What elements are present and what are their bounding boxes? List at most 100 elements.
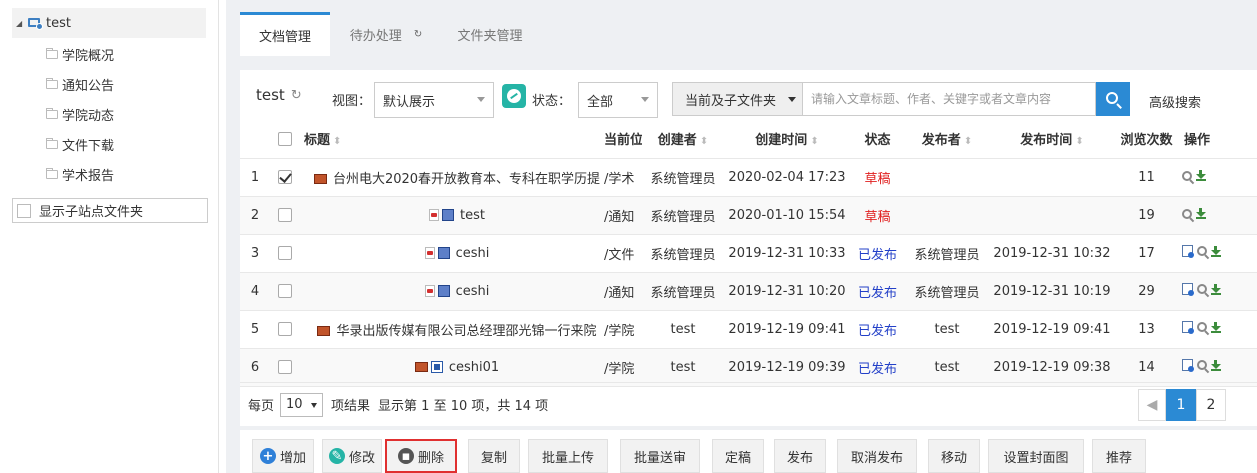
header-published[interactable]: 发布时间 ⬍ [989, 120, 1115, 159]
search-scope-select[interactable]: 当前及子文件夹 [672, 82, 803, 116]
tab-pending[interactable]: 待办处理 ↻ [338, 12, 434, 56]
edit-button[interactable]: ✎ 修改 [322, 439, 382, 473]
download-icon[interactable] [1211, 321, 1221, 333]
table-row[interactable]: 3 ceshi/文件 系统管理员 2019-12-31 10:33 已发布 系统管理员 20… [240, 234, 1257, 273]
document-title[interactable]: 华录出版传媒有限公司总经理邵光锦一行来院 [336, 324, 596, 339]
batch-submit-button[interactable]: 批量送审 [620, 439, 700, 473]
set-cover-button[interactable]: 设置封面图 [988, 439, 1084, 473]
tab-document-management[interactable]: 文档管理 [240, 12, 330, 56]
row-checkbox[interactable] [278, 170, 292, 184]
app-window: ◢ test 学院概况 通知公告 学院动态 文件下载 学术报告 显示子站点文件夹 [0, 0, 1257, 473]
row-checkbox[interactable] [278, 208, 292, 222]
row-select-cell[interactable] [270, 158, 300, 197]
row-checkbox[interactable] [278, 360, 292, 374]
table-row[interactable]: 2 test/通知 系统管理员 2020-01-10 15:54 草稿 19 [240, 196, 1257, 235]
download-icon[interactable] [1211, 359, 1221, 371]
recommend-button[interactable]: 推荐 [1092, 439, 1146, 473]
refresh-icon[interactable]: ↻ [291, 88, 302, 103]
row-select-cell[interactable] [270, 196, 300, 235]
move-button[interactable]: 移动 [928, 439, 980, 473]
download-icon[interactable] [1196, 208, 1206, 219]
show-subsite-checkbox[interactable] [17, 203, 31, 218]
header-title[interactable]: 标题 ⬍ [300, 120, 604, 159]
image-file-icon [414, 362, 428, 372]
row-checkbox[interactable] [278, 246, 292, 260]
title-cell[interactable]: 台州电大2020春开放教育本、专科在职学历提 [300, 158, 604, 197]
tree-item-label: 学术报告 [62, 168, 115, 184]
copy-button[interactable]: 复制 [468, 439, 520, 473]
tree-item-5[interactable]: 学术报告 [46, 162, 114, 186]
delete-button[interactable]: ▪ 删除 [385, 439, 457, 473]
preview-icon[interactable] [1197, 246, 1207, 256]
view-select[interactable]: 默认展示 [374, 82, 494, 118]
preview-icon[interactable] [1197, 284, 1207, 294]
row-checkbox[interactable] [278, 322, 292, 336]
header-creator[interactable]: 创建者 ⬍ [642, 120, 724, 159]
tree-item-2[interactable]: 通知公告 [46, 72, 114, 96]
caret-down-icon[interactable]: ◢ [16, 19, 28, 28]
published-time-cell: 2019-12-31 10:19 [989, 272, 1115, 311]
table-row[interactable]: 1 台州电大2020春开放教育本、专科在职学历提/学术 系统管理员 2020-02-0… [240, 158, 1257, 197]
image-file-icon [313, 174, 327, 184]
table-row[interactable]: 5 华录出版传媒有限公司总经理邵光锦一行来院/学院 test 2019-12-19 0… [240, 310, 1257, 349]
title-cell[interactable]: 华录出版传媒有限公司总经理邵光锦一行来院 [300, 310, 604, 349]
document-title[interactable]: ceshi [456, 284, 490, 299]
title-cell[interactable]: test [300, 196, 604, 235]
path-cell: /学院 [604, 310, 642, 349]
add-button[interactable]: + 增加 [252, 439, 314, 473]
button-label: 发布 [786, 450, 813, 466]
header-publisher[interactable]: 发布者 ⬍ [905, 120, 989, 159]
clear-filter-button[interactable] [502, 84, 526, 108]
row-number: 1 [240, 158, 270, 197]
row-checkbox[interactable] [278, 284, 292, 298]
tab-folder-management[interactable]: 文件夹管理 [442, 12, 538, 56]
show-subsite-folders-toggle[interactable]: 显示子站点文件夹 [12, 198, 208, 223]
table-row[interactable]: 6 ceshi01/学院 test 2019-12-19 09:39 已发布 test 20… [240, 348, 1257, 387]
document-info-icon[interactable] [1182, 321, 1194, 334]
per-page-select[interactable]: 10 [280, 392, 324, 417]
page-button-1[interactable]: 1 [1166, 389, 1196, 421]
status-select[interactable]: 全部 [578, 82, 658, 118]
publish-button[interactable]: 发布 [774, 439, 826, 473]
document-info-icon[interactable] [1182, 283, 1194, 296]
download-icon[interactable] [1211, 283, 1221, 295]
preview-icon[interactable] [1182, 208, 1192, 219]
download-icon[interactable] [1196, 170, 1206, 181]
preview-icon[interactable] [1182, 170, 1192, 181]
select-all-checkbox[interactable] [278, 131, 292, 146]
page-button-2[interactable]: 2 [1196, 389, 1226, 421]
row-select-cell[interactable] [270, 348, 300, 387]
tree-item-4[interactable]: 文件下载 [46, 132, 114, 156]
document-info-icon[interactable] [1182, 359, 1194, 372]
prev-page-button[interactable]: ◀ [1138, 389, 1166, 421]
document-title[interactable]: ceshi [456, 246, 490, 261]
preview-icon[interactable] [1197, 322, 1207, 332]
title-cell[interactable]: ceshi [300, 234, 604, 273]
header-created[interactable]: 创建时间 ⬍ [724, 120, 850, 159]
document-title[interactable]: test [460, 208, 485, 223]
header-label: 创建时间 [755, 133, 808, 149]
tree-item-1[interactable]: 学院概况 [46, 42, 114, 66]
document-title[interactable]: 台州电大2020春开放教育本、专科在职学历提 [333, 172, 600, 187]
advanced-search-link[interactable]: 高级搜索 [1149, 92, 1201, 111]
document-info-icon[interactable] [1182, 245, 1194, 258]
select-all-header[interactable] [270, 120, 300, 159]
download-icon[interactable] [1211, 245, 1221, 257]
file-type-icons [317, 326, 331, 336]
row-select-cell[interactable] [270, 310, 300, 349]
document-title[interactable]: ceshi01 [449, 360, 499, 375]
finalize-button[interactable]: 定稿 [712, 439, 764, 473]
search-input[interactable] [803, 82, 1096, 116]
row-select-cell[interactable] [270, 234, 300, 273]
batch-upload-button[interactable]: 批量上传 [528, 439, 608, 473]
title-cell[interactable]: ceshi01 [300, 348, 604, 387]
preview-icon[interactable] [1197, 360, 1207, 370]
table-row[interactable]: 4 ceshi/通知 系统管理员 2019-12-31 10:20 已发布 系统管理员 20… [240, 272, 1257, 311]
title-cell[interactable]: ceshi [300, 272, 604, 311]
row-select-cell[interactable] [270, 272, 300, 311]
refresh-icon[interactable]: ↻ [414, 29, 422, 40]
unpublish-button[interactable]: 取消发布 [837, 439, 917, 473]
tree-item-3[interactable]: 学院动态 [46, 102, 114, 126]
search-button[interactable] [1096, 82, 1130, 116]
tree-root-site[interactable]: ◢ test [12, 8, 206, 38]
